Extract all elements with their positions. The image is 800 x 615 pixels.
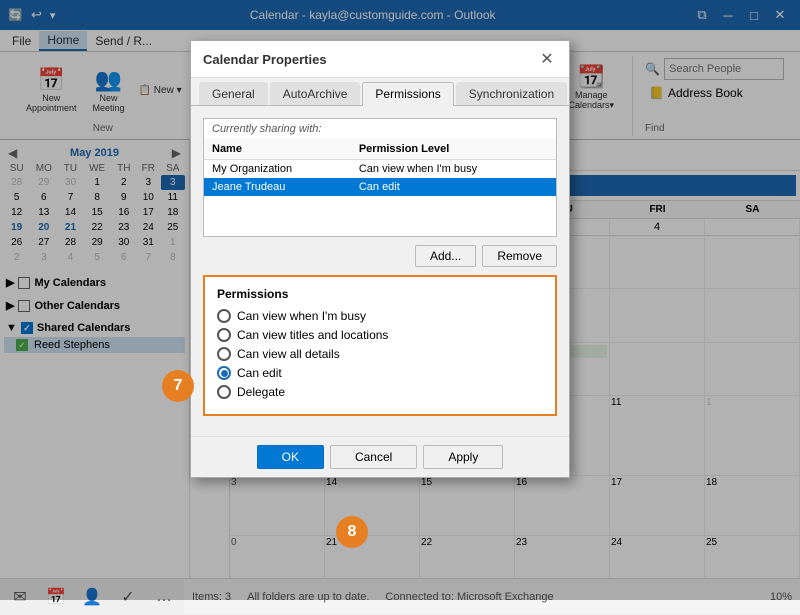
radio-edit-label: Can edit (237, 366, 282, 380)
add-btn[interactable]: Add... (415, 245, 476, 267)
radio-delegate[interactable]: Delegate (217, 385, 543, 399)
permissions-group: Permissions Can view when I'm busy Can v… (203, 275, 557, 416)
step-7-label: 7 (174, 377, 183, 395)
radio-titles-circle[interactable] (217, 328, 231, 342)
remove-btn[interactable]: Remove (482, 245, 557, 267)
calendar-properties-dialog: Calendar Properties ✕ General AutoArchiv… (190, 40, 570, 478)
dialog-footer: OK Cancel Apply (191, 436, 569, 477)
step-8-label: 8 (348, 523, 357, 541)
dialog-overlay: Calendar Properties ✕ General AutoArchiv… (0, 0, 800, 600)
sharing-title: Currently sharing with: (204, 119, 556, 139)
apply-btn[interactable]: Apply (423, 445, 503, 469)
jeane-permission: Can edit (351, 178, 556, 196)
radio-titles-label: Can view titles and locations (237, 328, 388, 342)
radio-busy-label: Can view when I'm busy (237, 309, 366, 323)
dialog-body: Currently sharing with: Name Permission … (191, 106, 569, 436)
sharing-group: Currently sharing with: Name Permission … (203, 118, 557, 237)
dialog-title: Calendar Properties (203, 52, 327, 67)
tab-autoarchive[interactable]: AutoArchive (270, 82, 361, 105)
radio-all-label: Can view all details (237, 347, 340, 361)
radio-all-circle[interactable] (217, 347, 231, 361)
col-name: Name (204, 139, 351, 160)
sharing-row-jeane[interactable]: Jeane Trudeau Can edit (204, 178, 556, 196)
tab-permissions[interactable]: Permissions (362, 82, 453, 106)
radio-busy-circle[interactable] (217, 309, 231, 323)
radio-edit-circle[interactable] (217, 366, 231, 380)
radio-delegate-label: Delegate (237, 385, 285, 399)
sharing-buttons: Add... Remove (203, 245, 557, 267)
dialog-tabs: General AutoArchive Permissions Synchron… (191, 78, 569, 106)
radio-view-busy[interactable]: Can view when I'm busy (217, 309, 543, 323)
radio-view-titles[interactable]: Can view titles and locations (217, 328, 543, 342)
org-permission: Can view when I'm busy (351, 160, 556, 179)
org-name: My Organization (204, 160, 351, 179)
radio-delegate-circle[interactable] (217, 385, 231, 399)
jeane-name: Jeane Trudeau (204, 178, 351, 196)
tab-general[interactable]: General (199, 82, 268, 105)
radio-can-edit[interactable]: Can edit (217, 366, 543, 380)
tab-synchronization[interactable]: Synchronization (456, 82, 567, 105)
col-permission: Permission Level (351, 139, 556, 160)
dialog-close-btn[interactable]: ✕ (537, 49, 557, 69)
cancel-btn[interactable]: Cancel (330, 445, 417, 469)
permissions-title: Permissions (217, 287, 543, 301)
sharing-header-row: Name Permission Level (204, 139, 556, 160)
radio-view-all[interactable]: Can view all details (217, 347, 543, 361)
ok-btn[interactable]: OK (257, 445, 324, 469)
sharing-empty-space (204, 196, 556, 236)
sharing-row-org[interactable]: My Organization Can view when I'm busy (204, 160, 556, 179)
step-8-circle: 8 (336, 516, 368, 548)
step-7-circle: 7 (162, 370, 194, 402)
dialog-title-bar: Calendar Properties ✕ (191, 41, 569, 78)
sharing-table: Name Permission Level My Organization Ca… (204, 139, 556, 196)
